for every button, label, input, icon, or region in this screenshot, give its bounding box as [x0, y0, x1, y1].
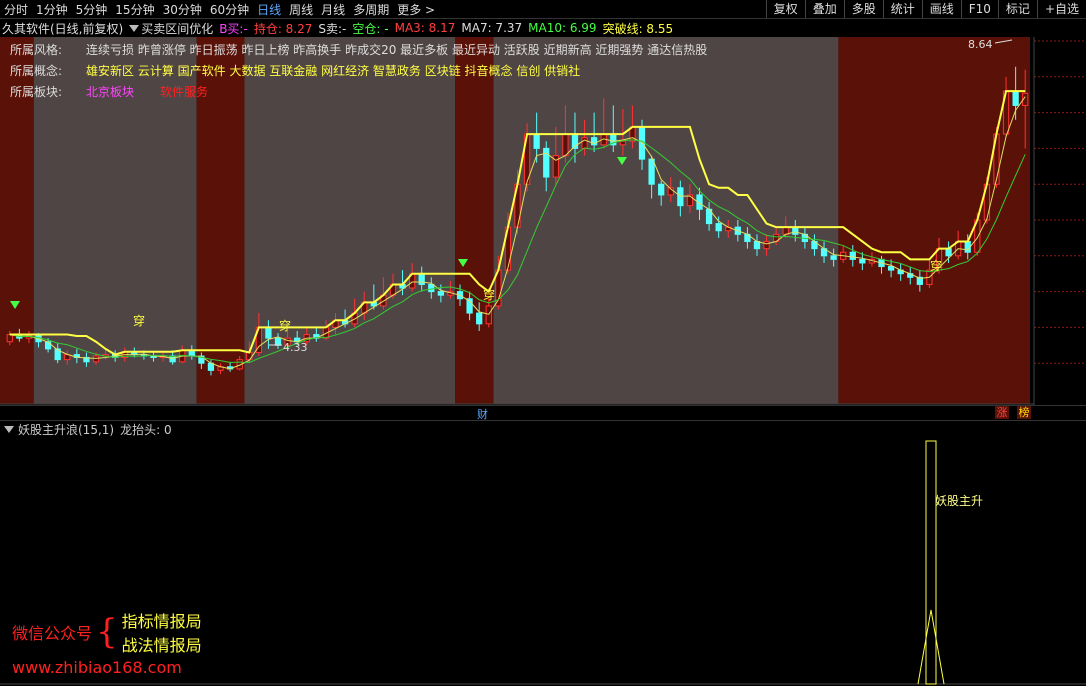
multi-stock-button[interactable]: 多股 — [843, 0, 883, 18]
chuan-marker-2: 穿 — [279, 318, 291, 333]
chuan-marker-1: 穿 — [133, 313, 145, 328]
candle-body — [830, 255, 837, 260]
tab-daily[interactable]: 日线 — [253, 1, 285, 18]
stock-info-panel: 所属风格: 连续亏损 昨曾涨停 昨日振荡 昨日上榜 昨高换手 昨成交20 最近多… — [10, 40, 707, 103]
tab-5min[interactable]: 5分钟 — [72, 1, 112, 18]
draw-line-button[interactable]: 画线 — [921, 0, 961, 18]
indicator-info-bar: 久其软件(日线,前复权) 买卖区间优化 B买:- 持仓: 8.27 S卖:- 空… — [0, 19, 1086, 37]
bang-marker[interactable]: 榜 — [1017, 406, 1031, 419]
style-value: 连续亏损 昨曾涨停 昨日振荡 昨日上榜 昨高换手 昨成交20 最近多板 最近异动… — [86, 43, 708, 57]
zone-red-6 — [838, 37, 1030, 404]
candle-body — [476, 312, 483, 325]
high-label: 8.64 — [968, 38, 993, 51]
ma7-value: MA7: 7.37 — [461, 21, 523, 35]
tab-weekly[interactable]: 周线 — [285, 1, 317, 18]
candle-body — [859, 258, 866, 264]
sector-value-1: 北京板块 — [86, 85, 135, 99]
chuan-marker-3: 穿 — [483, 287, 495, 302]
brace-icon: { — [96, 612, 118, 652]
candle-body — [428, 283, 435, 293]
candle-body — [849, 251, 856, 260]
candle-body — [887, 266, 895, 271]
candle-body — [533, 133, 540, 149]
candle-body — [715, 223, 722, 232]
tab-monthly[interactable]: 月线 — [317, 1, 349, 18]
candle-body — [6, 334, 13, 343]
tab-fenshi[interactable]: 分时 — [0, 1, 32, 18]
empty-value: 空仓: - — [352, 21, 389, 36]
concept-value: 雄安新区 云计算 国产软件 大数据 互联金融 网红经济 智慧政务 区块链 抖音概… — [86, 64, 581, 78]
concept-label: 所属概念: — [10, 64, 63, 78]
candle-body — [437, 291, 444, 296]
sector-label: 所属板块: — [10, 85, 63, 99]
tab-60min[interactable]: 60分钟 — [206, 1, 253, 18]
style-label: 所属风格: — [10, 43, 63, 57]
break-line-value: 突破线: 8.55 — [602, 21, 674, 36]
timeframe-toolbar: 分时 1分钟 5分钟 15分钟 30分钟 60分钟 日线 周线 月线 多周期 更… — [0, 0, 1086, 19]
longtaitou-value: 龙抬头: 0 — [120, 422, 172, 437]
candle-body — [274, 337, 282, 346]
cai-marker[interactable]: 财 — [477, 406, 488, 422]
candle-body — [1012, 90, 1019, 106]
toolbar-right: 复权 叠加 多股 统计 画线 F10 标记 +自选 — [765, 0, 1086, 18]
candle-body — [792, 226, 799, 235]
hold-value: 持仓: 8.27 — [253, 21, 313, 36]
candle-body — [562, 133, 569, 157]
f10-button[interactable]: F10 — [960, 0, 998, 18]
tab-15min[interactable]: 15分钟 — [111, 1, 158, 18]
candle-body — [753, 240, 761, 250]
ma10-value: MA10: 6.99 — [528, 21, 597, 35]
b-sell-value: B买:- — [219, 21, 248, 36]
mark-button[interactable]: 标记 — [997, 0, 1037, 18]
statistics-button[interactable]: 统计 — [882, 0, 922, 18]
lower-indicator-header: 妖股主升浪(15,1) 龙抬头: 0 — [0, 421, 172, 437]
chart-divider: 财 涨 榜 — [0, 405, 1086, 421]
fuquan-button[interactable]: 复权 — [765, 0, 805, 18]
lower-indicator-name[interactable]: 妖股主升浪(15,1) — [18, 421, 114, 438]
chart-title: 久其软件(日线,前复权) — [2, 21, 124, 36]
zhang-marker[interactable]: 涨 — [995, 406, 1009, 419]
candle-body — [648, 158, 655, 185]
wechat-label: 微信公众号 — [12, 624, 93, 643]
candle-body — [763, 240, 770, 250]
signal-triangle — [917, 609, 945, 685]
tab-more[interactable]: 更多 > — [393, 1, 439, 18]
candle-body — [619, 140, 627, 146]
candle-body — [581, 137, 588, 149]
wm-line1: 指标情报局 — [121, 612, 202, 631]
indicator-name[interactable]: 买卖区间优化 — [141, 20, 213, 37]
tab-30min[interactable]: 30分钟 — [159, 1, 206, 18]
overlay-button[interactable]: 叠加 — [804, 0, 844, 18]
sector-value-2: 软件服务 — [160, 85, 209, 99]
candle-body — [485, 305, 492, 325]
candle-body — [265, 326, 272, 339]
wm-line2: 战法情报局 — [121, 636, 202, 655]
s-sell-value: S卖:- — [318, 21, 347, 36]
signal-label: 妖股主升 — [935, 494, 983, 508]
watermark: 微信公众号 { 指标情报局 战法情报局 www.zhibiao168.com — [12, 608, 202, 677]
dropdown-icon[interactable] — [4, 425, 14, 433]
ma3-value: MA3: 8.17 — [394, 21, 456, 35]
candle-body — [945, 248, 952, 257]
dropdown-icon[interactable] — [129, 24, 140, 32]
low-label: 4.33 — [283, 341, 308, 354]
tab-1min[interactable]: 1分钟 — [32, 1, 72, 18]
chuan-marker-4: 穿 — [930, 258, 942, 273]
candle-body — [658, 183, 665, 196]
candle-body — [677, 187, 684, 207]
add-watchlist-button[interactable]: +自选 — [1036, 0, 1086, 18]
candle-body — [782, 226, 789, 235]
signal-spike — [925, 440, 937, 685]
candle-body — [418, 273, 425, 285]
wm-url[interactable]: www.zhibiao168.com — [12, 658, 202, 677]
tab-multi-period[interactable]: 多周期 — [349, 1, 393, 18]
